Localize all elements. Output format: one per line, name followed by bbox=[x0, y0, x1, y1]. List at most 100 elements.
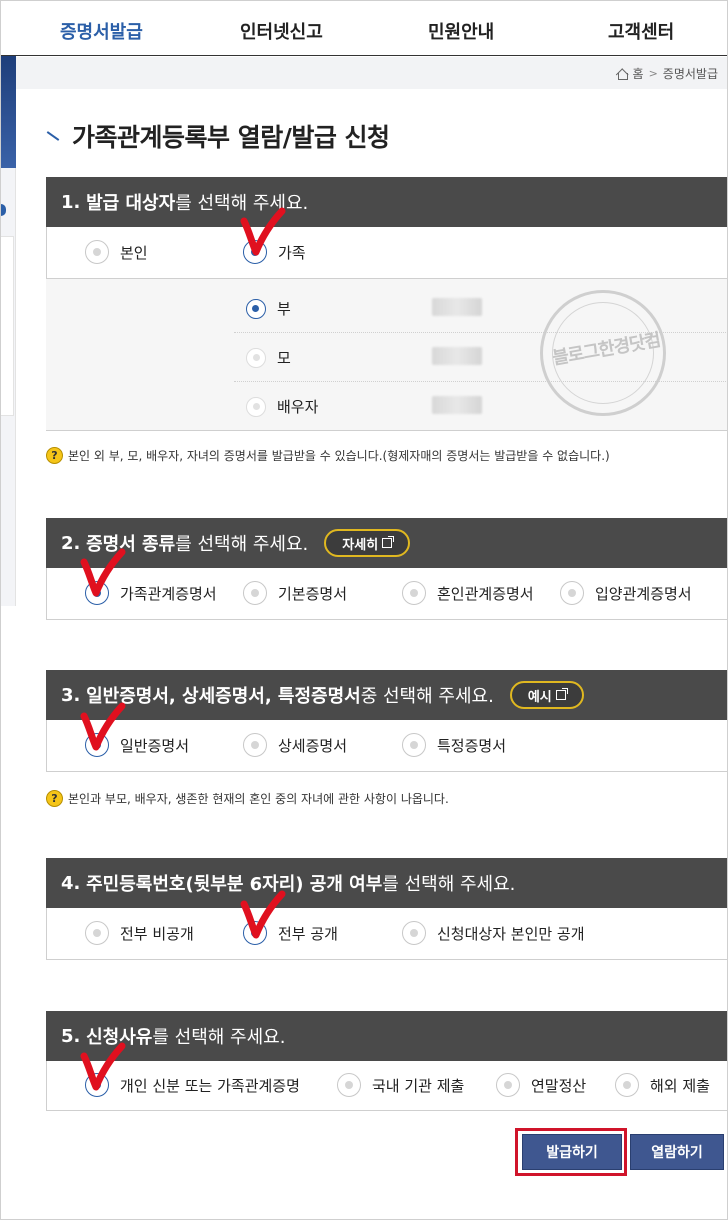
radio-basic-cert[interactable] bbox=[243, 581, 267, 605]
section1-header: 1. 발급 대상자 를 선택해 주세요. bbox=[46, 177, 728, 227]
chevron-right-icon: > bbox=[648, 67, 658, 80]
option-label: 부 bbox=[277, 300, 291, 318]
option-spouse[interactable]: 배우자 bbox=[246, 396, 318, 417]
radio-domestic-submit[interactable] bbox=[337, 1073, 361, 1097]
option-family[interactable]: 가족 bbox=[243, 240, 306, 264]
section3-title-bold: 일반증명서, 상세증명서, 특정증명서 bbox=[86, 686, 361, 707]
option-label: 배우자 bbox=[277, 398, 319, 416]
radio-detailed-cert[interactable] bbox=[243, 733, 267, 757]
option-label: 해외 제출 bbox=[650, 1076, 710, 1095]
option-mother[interactable]: 모 bbox=[246, 347, 291, 368]
section4-header: 4. 주민등록번호(뒷부분 6자리) 공개 여부 를 선택해 주세요. bbox=[46, 858, 728, 908]
radio-identity-proof[interactable] bbox=[85, 1073, 109, 1097]
title-mark-icon bbox=[46, 131, 60, 141]
nav-item-certificate[interactable]: 증명서발급 bbox=[60, 18, 143, 44]
page-title-area: 가족관계등록부 열람/발급 신청 bbox=[46, 118, 390, 154]
masked-name bbox=[432, 347, 482, 365]
left-sidebar-edge bbox=[0, 56, 16, 606]
option-self[interactable]: 본인 bbox=[85, 240, 148, 264]
section2-body: 가족관계증명서 기본증명서 혼인관계증명서 입양관계증명서 bbox=[46, 568, 728, 620]
section2-header: 2. 증명서 종류 를 선택해 주세요. 자세히 bbox=[46, 518, 728, 568]
section5-header: 5. 신청사유 를 선택해 주세요. bbox=[46, 1011, 728, 1061]
option-label: 상세증명서 bbox=[278, 736, 348, 755]
radio-mother[interactable] bbox=[246, 347, 266, 368]
option-basic-cert[interactable]: 기본증명서 bbox=[243, 581, 347, 605]
home-icon[interactable] bbox=[616, 68, 628, 80]
radio-family-relation-cert[interactable] bbox=[85, 581, 109, 605]
section4-number: 4. bbox=[61, 872, 81, 894]
section4-title-bold: 주민등록번호(뒷부분 6자리) 공개 여부 bbox=[86, 874, 383, 895]
section1-body: 본인 가족 bbox=[46, 227, 728, 279]
issue-button[interactable]: 발급하기 bbox=[522, 1134, 622, 1170]
option-label: 전부 공개 bbox=[278, 924, 338, 943]
option-all-private[interactable]: 전부 비공개 bbox=[85, 921, 194, 945]
view-button[interactable]: 열람하기 bbox=[630, 1134, 724, 1170]
option-detailed-cert[interactable]: 상세증명서 bbox=[243, 733, 347, 757]
example-button[interactable]: 예시 bbox=[509, 681, 584, 709]
radio-family[interactable] bbox=[243, 240, 267, 264]
section2-title-rest: 를 선택해 주세요. bbox=[175, 534, 309, 555]
section1-number: 1. bbox=[61, 191, 81, 213]
detail-button[interactable]: 자세히 bbox=[324, 529, 411, 557]
option-all-public[interactable]: 전부 공개 bbox=[243, 921, 338, 945]
option-marriage-cert[interactable]: 혼인관계증명서 bbox=[402, 581, 534, 605]
sidebar-dot bbox=[0, 204, 6, 216]
option-label: 기본증명서 bbox=[278, 584, 348, 603]
option-year-end-tax[interactable]: 연말정산 bbox=[496, 1073, 586, 1097]
radio-general-cert[interactable] bbox=[85, 733, 109, 757]
section1-title-bold: 발급 대상자 bbox=[86, 193, 176, 214]
section3-header: 3. 일반증명서, 상세증명서, 특정증명서 중 선택해 주세요. 예시 bbox=[46, 670, 728, 720]
section5-title-bold: 신청사유 bbox=[86, 1027, 153, 1048]
section3-body: 일반증명서 상세증명서 특정증명서 bbox=[46, 720, 728, 772]
option-label: 입양관계증명서 bbox=[595, 584, 692, 603]
breadcrumb-home[interactable]: 홈 bbox=[633, 65, 644, 82]
option-label: 신청대상자 본인만 공개 bbox=[437, 924, 585, 943]
option-label: 모 bbox=[277, 349, 291, 367]
radio-all-private[interactable] bbox=[85, 921, 109, 945]
option-label: 본인 bbox=[120, 243, 148, 262]
option-label: 국내 기관 제출 bbox=[372, 1076, 465, 1095]
option-self-only-public[interactable]: 신청대상자 본인만 공개 bbox=[402, 921, 585, 945]
detail-button-label: 자세히 bbox=[342, 537, 379, 553]
radio-specific-cert[interactable] bbox=[402, 733, 426, 757]
option-label: 연말정산 bbox=[531, 1076, 587, 1095]
option-general-cert[interactable]: 일반증명서 bbox=[85, 733, 189, 757]
option-specific-cert[interactable]: 특정증명서 bbox=[402, 733, 506, 757]
section1-note: ? 본인 외 부, 모, 배우자, 자녀의 증명서를 발급받을 수 있습니다.(… bbox=[46, 447, 610, 464]
question-icon: ? bbox=[46, 790, 63, 807]
option-domestic-submit[interactable]: 국내 기관 제출 bbox=[337, 1073, 464, 1097]
example-button-label: 예시 bbox=[527, 689, 552, 705]
radio-overseas-submit[interactable] bbox=[615, 1073, 639, 1097]
breadcrumb: 홈 > 증명서발급 bbox=[616, 65, 718, 82]
option-label: 혼인관계증명서 bbox=[437, 584, 534, 603]
option-overseas-submit[interactable]: 해외 제출 bbox=[615, 1073, 710, 1097]
option-label: 특정증명서 bbox=[437, 736, 507, 755]
radio-all-public[interactable] bbox=[243, 921, 267, 945]
nav-item-customer-center[interactable]: 고객센터 bbox=[608, 18, 674, 44]
radio-spouse[interactable] bbox=[246, 396, 266, 417]
radio-marriage-cert[interactable] bbox=[402, 581, 426, 605]
nav-item-internet-report[interactable]: 인터넷신고 bbox=[240, 18, 323, 44]
nav-item-civil-guide[interactable]: 민원안내 bbox=[428, 18, 494, 44]
radio-father[interactable] bbox=[246, 298, 266, 319]
option-label: 개인 신분 또는 가족관계증명 bbox=[120, 1076, 300, 1095]
masked-name bbox=[432, 298, 482, 316]
note-text: 본인 외 부, 모, 배우자, 자녀의 증명서를 발급받을 수 있습니다.(형제… bbox=[68, 449, 610, 463]
option-label: 가족관계증명서 bbox=[120, 584, 217, 603]
option-label: 가족 bbox=[278, 243, 306, 262]
section3-title-rest: 중 선택해 주세요. bbox=[360, 686, 494, 707]
radio-self-only-public[interactable] bbox=[402, 921, 426, 945]
option-adoption-cert[interactable]: 입양관계증명서 bbox=[560, 581, 692, 605]
radio-self[interactable] bbox=[85, 240, 109, 264]
masked-name bbox=[432, 396, 482, 414]
radio-adoption-cert[interactable] bbox=[560, 581, 584, 605]
section2-number: 2. bbox=[61, 532, 81, 554]
option-family-relation-cert[interactable]: 가족관계증명서 bbox=[85, 581, 217, 605]
section2-title-bold: 증명서 종류 bbox=[86, 534, 176, 555]
radio-year-end-tax[interactable] bbox=[496, 1073, 520, 1097]
section4-title-rest: 를 선택해 주세요. bbox=[382, 874, 516, 895]
option-identity-proof[interactable]: 개인 신분 또는 가족관계증명 bbox=[85, 1073, 300, 1097]
sidebar-panel bbox=[0, 236, 14, 416]
option-father[interactable]: 부 bbox=[246, 298, 291, 319]
section3-number: 3. bbox=[61, 684, 81, 706]
